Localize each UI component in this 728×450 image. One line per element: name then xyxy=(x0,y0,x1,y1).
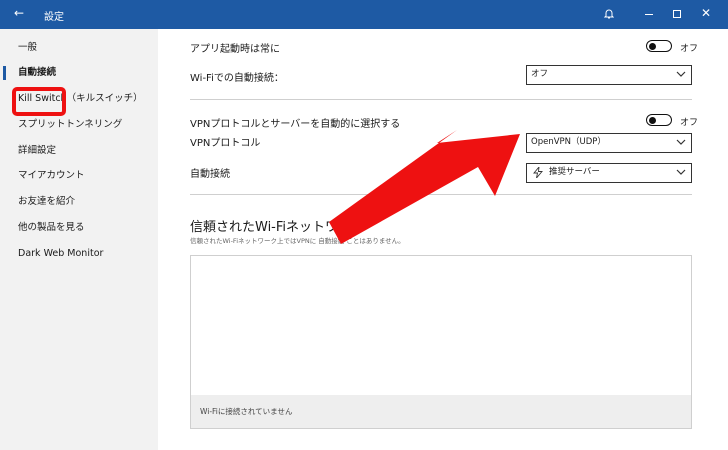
sidebar: 一般 自動接続 Kill Switch（キルスイッチ） スプリットトンネリング … xyxy=(0,29,158,450)
launch-toggle[interactable] xyxy=(646,40,672,52)
sidebar-item-split-tunneling[interactable]: スプリットトンネリング xyxy=(0,114,158,136)
sidebar-item-my-account[interactable]: マイアカウント xyxy=(0,165,158,187)
vpn-auto-select-toggle[interactable] xyxy=(646,114,672,126)
divider xyxy=(190,194,692,195)
back-arrow-icon[interactable]: ← xyxy=(14,6,24,20)
wifi-auto-select[interactable]: オフ xyxy=(526,65,692,85)
vpn-auto-select-label: VPNプロトコルとサーバーを自動的に選択する xyxy=(190,119,401,130)
sidebar-item-advanced[interactable]: 詳細設定 xyxy=(0,140,158,162)
wifi-auto-label: Wi-Fiでの自動接続： xyxy=(190,73,284,84)
autoconnect-select[interactable]: 推奨サーバー xyxy=(526,163,692,183)
autoconnect-label: 自動接続 xyxy=(190,169,230,180)
launch-toggle-label: オフ xyxy=(680,44,699,54)
trusted-networks-empty-text: Wi-Fiに接続されていません xyxy=(191,395,691,428)
sidebar-item-general[interactable]: 一般 xyxy=(0,37,158,59)
chevron-down-icon xyxy=(676,71,686,77)
lightning-icon xyxy=(533,167,543,178)
minimize-button[interactable] xyxy=(645,14,653,15)
toggle-knob xyxy=(649,116,656,124)
active-indicator xyxy=(3,66,6,80)
sidebar-item-dark-web-monitor[interactable]: Dark Web Monitor xyxy=(0,243,158,265)
vpn-auto-select-toggle-label: オフ xyxy=(680,118,699,128)
protocol-label: VPNプロトコル xyxy=(190,138,261,149)
chevron-down-icon xyxy=(676,169,686,175)
maximize-button[interactable] xyxy=(673,10,681,18)
launch-label: アプリ起動時は常に xyxy=(190,44,280,55)
trusted-networks-title: 信頼されたWi-Fiネットワーク xyxy=(190,220,365,235)
sidebar-item-auto-connect[interactable]: 自動接続 xyxy=(0,62,158,84)
bell-icon[interactable] xyxy=(604,8,614,20)
annotation-highlight-box xyxy=(12,87,66,116)
title-bar: ← 設定 ✕ xyxy=(0,0,728,29)
sidebar-item-other-products[interactable]: 他の製品を見る xyxy=(0,217,158,239)
toggle-knob xyxy=(649,42,656,50)
divider xyxy=(190,99,692,100)
chevron-down-icon xyxy=(676,139,686,145)
trusted-networks-description: 信頼されたWi-Fiネットワーク上ではVPNに 自動接続 ことはありません。 xyxy=(190,237,405,245)
close-button[interactable]: ✕ xyxy=(701,7,711,19)
sidebar-item-refer-friend[interactable]: お友達を紹介 xyxy=(0,191,158,213)
window-title: 設定 xyxy=(44,12,64,23)
trusted-networks-list[interactable]: Wi-Fiに接続されていません xyxy=(190,255,692,429)
protocol-select[interactable]: OpenVPN（UDP） xyxy=(526,133,692,153)
